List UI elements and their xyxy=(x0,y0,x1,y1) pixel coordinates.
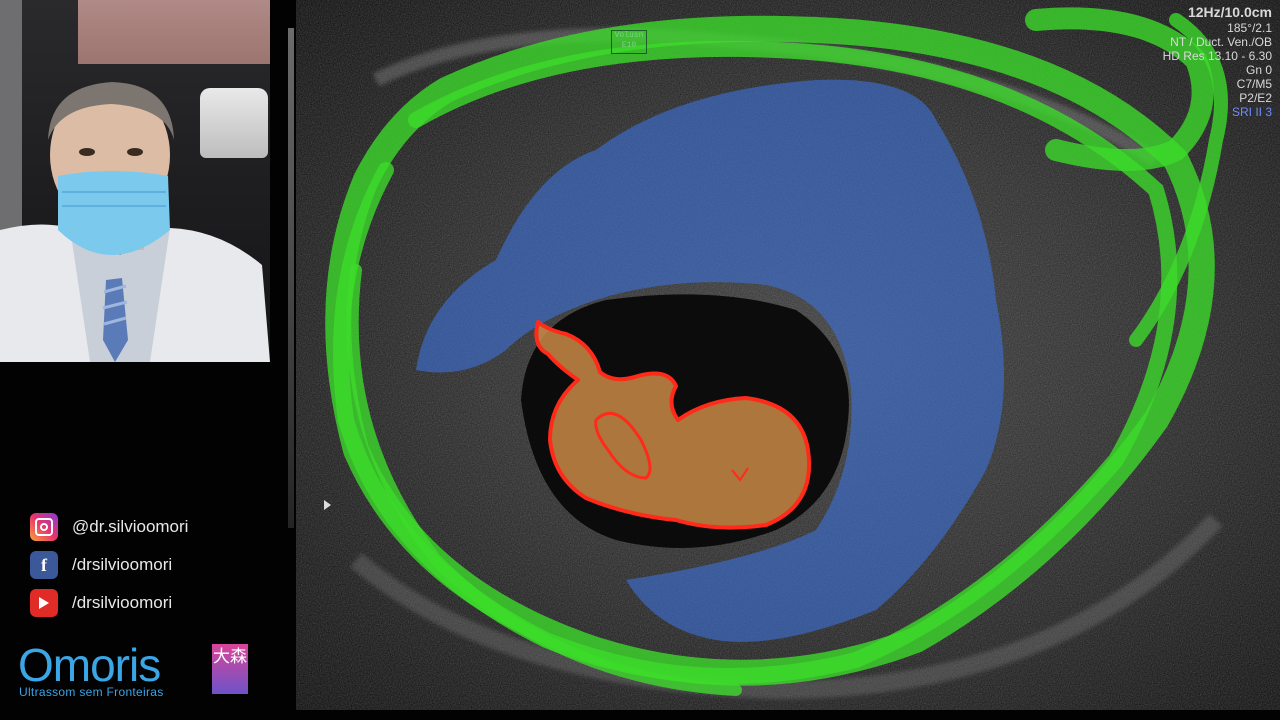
social-youtube[interactable]: /drsilvioomori xyxy=(30,584,188,622)
social-links: @dr.silvioomori f /drsilvioomori /drsilv… xyxy=(30,508,188,622)
param-pe: P2/E2 xyxy=(1239,91,1272,105)
logo-wordmark: Omoris xyxy=(18,639,161,691)
doctor-figure xyxy=(0,82,270,362)
social-facebook[interactable]: f /drsilvioomori xyxy=(30,546,188,584)
mode-label: Volusn xyxy=(614,31,644,40)
logo-tagline: Ultrassom sem Fronteiras xyxy=(19,685,164,699)
instagram-icon xyxy=(30,513,58,541)
mode-value: E10 xyxy=(621,41,637,50)
focus-marker-icon xyxy=(324,500,331,510)
param-gain: Gn 0 xyxy=(1245,63,1272,77)
social-instagram[interactable]: @dr.silvioomori xyxy=(30,508,188,546)
depth-scale-bar xyxy=(288,28,294,528)
param-sri: SRI II 3 xyxy=(1231,105,1272,119)
youtube-icon xyxy=(30,589,58,617)
param-resolution: HD Res 13.10 - 6.30 xyxy=(1162,49,1272,63)
facebook-icon: f xyxy=(30,551,58,579)
frame-rate-depth: 12Hz/10.0cm xyxy=(1187,4,1272,20)
param-angle: 185°/2.1 xyxy=(1227,21,1272,35)
instagram-handle: @dr.silvioomori xyxy=(72,517,189,536)
ultrasound-image: Volusn E10 12Hz/10.0cm 185°/2.1 NT / Duc… xyxy=(296,0,1280,710)
video-frame: Volusn E10 12Hz/10.0cm 185°/2.1 NT / Duc… xyxy=(0,0,1280,720)
probe-mode-box: Volusn E10 xyxy=(611,30,647,54)
logo-stamp: 大森 xyxy=(212,644,248,694)
youtube-handle: /drsilvioomori xyxy=(72,593,173,612)
facebook-handle: /drsilvioomori xyxy=(72,555,173,574)
wall-frame xyxy=(78,0,270,64)
omoris-logo: Omoris 大森 Ultrassom sem Fronteiras xyxy=(18,640,258,702)
scan-parameters: 12Hz/10.0cm 185°/2.1 NT / Duct. Ven./OB … xyxy=(1163,4,1272,119)
ultrasound-overlay xyxy=(296,0,1280,710)
param-cm: C7/M5 xyxy=(1236,77,1272,91)
param-preset: NT / Duct. Ven./OB xyxy=(1170,35,1272,49)
webcam-panel xyxy=(0,0,270,362)
